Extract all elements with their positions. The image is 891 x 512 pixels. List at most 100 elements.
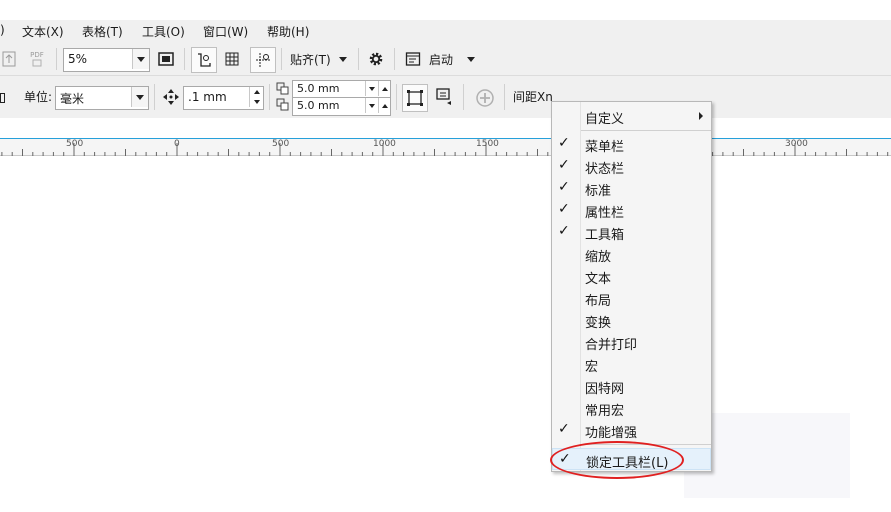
- menu-item-label: 缩放: [585, 250, 612, 265]
- nudge-distance-spinner[interactable]: .1 mm: [183, 86, 264, 110]
- spacing-label: 间距Xn: [513, 90, 553, 104]
- menu-item-label: 宏: [585, 360, 599, 375]
- snap-to-button[interactable]: 贴齐(T): [290, 51, 331, 68]
- show-rulers-icon[interactable]: [191, 47, 217, 73]
- unit-label: 单位:: [24, 90, 53, 104]
- toolbar-separator: [504, 84, 505, 110]
- menu-item-internet[interactable]: 因特网: [552, 375, 711, 397]
- menu-item-text[interactable]: 文本(X): [22, 23, 64, 40]
- menu-item-label: 属性栏: [585, 206, 625, 221]
- submenu-arrow-icon: [699, 112, 703, 120]
- launch-dropdown-arrow[interactable]: [467, 57, 475, 62]
- menu-item-label: 因特网: [585, 382, 625, 397]
- duplicate-x-up[interactable]: [378, 81, 390, 96]
- toolbar-separator: [396, 84, 397, 110]
- toolbar-separator: [463, 84, 464, 110]
- property-bar: 单位: 毫米 .1 mm 5.0 mm 5.0 mm 间距Xn: [0, 76, 891, 118]
- toolbar-separator: [281, 48, 282, 70]
- export-icon[interactable]: [0, 49, 18, 69]
- standard-toolbar: PDF 5% 贴齐(T) 启动: [0, 42, 891, 76]
- duplicate-y-up[interactable]: [378, 98, 390, 113]
- unit-value: 毫米: [60, 92, 85, 106]
- toolbar-separator: [184, 48, 185, 70]
- nudge-up-arrow[interactable]: [249, 87, 263, 97]
- page-icon: [0, 93, 5, 103]
- check-icon: ✓: [558, 179, 570, 195]
- duplicate-y-down[interactable]: [365, 98, 377, 113]
- toolbar-separator: [358, 48, 359, 70]
- unit-combo[interactable]: 毫米: [55, 86, 149, 110]
- toolbar-context-menu: 自定义 ✓ 菜单栏 ✓ 状态栏 ✓ 标准 ✓ 属性栏 ✓ 工具箱 缩放 文本 布…: [551, 101, 712, 472]
- ruler-label: 0: [174, 139, 180, 149]
- menu-item-toolbox[interactable]: ✓ 工具箱: [552, 221, 711, 243]
- launch-app-icon[interactable]: [403, 49, 423, 69]
- menu-item-text[interactable]: 文本: [552, 265, 711, 287]
- menu-item-label: 文本: [585, 272, 612, 287]
- menu-item-zoom[interactable]: 缩放: [552, 243, 711, 265]
- menu-item-enhancements[interactable]: ✓ 功能增强: [552, 419, 711, 441]
- show-grid-icon[interactable]: [221, 49, 243, 69]
- menu-item-table[interactable]: 表格(T): [82, 23, 123, 40]
- duplicate-x-value: 5.0 mm: [297, 82, 340, 95]
- menu-item-customize[interactable]: 自定义: [552, 105, 711, 127]
- menu-item-macros[interactable]: 宏: [552, 353, 711, 375]
- gear-icon[interactable]: [365, 49, 387, 69]
- menu-item-property-bar[interactable]: ✓ 属性栏: [552, 199, 711, 221]
- ruler-ticks: [1, 143, 889, 156]
- menu-item-tools[interactable]: 工具(O): [142, 23, 185, 40]
- nudge-down-arrow[interactable]: [249, 97, 263, 107]
- menu-item-label: 变换: [585, 316, 612, 331]
- ruler-label: 1000: [373, 139, 396, 149]
- horizontal-ruler[interactable]: 500 0 500 1000 1500 3000: [0, 139, 891, 156]
- check-icon: ✓: [558, 201, 570, 217]
- zoom-level-value: 5%: [68, 52, 88, 66]
- menu-item-partial[interactable]: ): [0, 23, 5, 37]
- check-icon: ✓: [558, 135, 570, 151]
- menu-item-menubar[interactable]: ✓ 菜单栏: [552, 133, 711, 155]
- menu-item-statusbar[interactable]: ✓ 状态栏: [552, 155, 711, 177]
- nudge-distance-value: .1 mm: [188, 90, 227, 104]
- full-screen-icon[interactable]: [155, 49, 177, 69]
- menu-item-window[interactable]: 窗口(W): [203, 23, 248, 40]
- menu-item-transform[interactable]: 变换: [552, 309, 711, 331]
- ruler-label: 3000: [785, 139, 808, 149]
- unit-dropdown-arrow[interactable]: [131, 87, 148, 107]
- zoom-dropdown-arrow[interactable]: [132, 49, 149, 69]
- menu-item-common-macros[interactable]: 常用宏: [552, 397, 711, 419]
- add-preset-icon[interactable]: [474, 87, 496, 109]
- menu-item-layout[interactable]: 布局: [552, 287, 711, 309]
- duplicate-y-value: 5.0 mm: [297, 99, 340, 112]
- ruler-label: 500: [66, 139, 84, 149]
- check-icon: ✓: [558, 157, 570, 173]
- menu-item-label: 常用宏: [585, 404, 625, 419]
- menu-separator: [581, 130, 711, 131]
- toolbar-separator: [269, 84, 270, 110]
- page-frame-icon[interactable]: [433, 84, 455, 110]
- pdf-icon[interactable]: PDF: [26, 47, 48, 71]
- menu-item-help[interactable]: 帮助(H): [267, 23, 309, 40]
- menu-item-label: 合并打印: [585, 338, 638, 353]
- menu-item-standard[interactable]: ✓ 标准: [552, 177, 711, 199]
- menu-bar: ) 文本(X) 表格(T) 工具(O) 窗口(W) 帮助(H): [0, 20, 891, 42]
- snap-dropdown-arrow[interactable]: [339, 57, 347, 62]
- annotation-ellipse: [550, 441, 684, 479]
- treat-as-filled-icon[interactable]: [402, 84, 428, 112]
- show-guidelines-icon[interactable]: [250, 47, 276, 73]
- toolbar-separator: [154, 84, 155, 110]
- check-icon: ✓: [558, 223, 570, 239]
- toolbar-separator: [56, 48, 57, 70]
- duplicate-x-down[interactable]: [365, 81, 377, 96]
- duplicate-y-spinner[interactable]: 5.0 mm: [292, 97, 391, 116]
- menu-item-label: 工具箱: [585, 228, 625, 243]
- toolbar-separator: [394, 48, 395, 70]
- menu-item-print-merge[interactable]: 合并打印: [552, 331, 711, 353]
- launch-button[interactable]: 启动: [429, 51, 453, 68]
- ruler-label: 500: [272, 139, 290, 149]
- check-icon: ✓: [558, 421, 570, 437]
- menu-item-label: 状态栏: [585, 162, 625, 177]
- menu-item-label: 标准: [585, 184, 612, 199]
- menu-item-label: 功能增强: [585, 426, 638, 441]
- duplicate-y-icon: [275, 97, 291, 113]
- zoom-level-combo[interactable]: 5%: [63, 48, 150, 72]
- menu-item-label: 布局: [585, 294, 612, 309]
